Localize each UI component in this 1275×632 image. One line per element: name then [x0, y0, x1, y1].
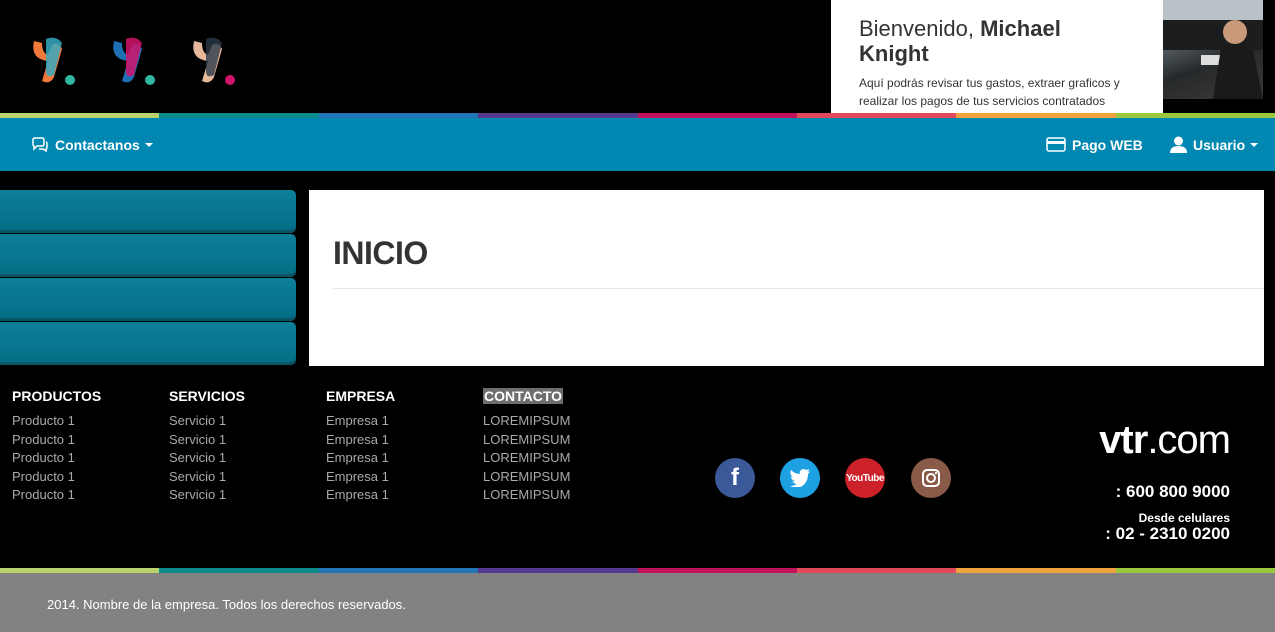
main-panel: INICIO — [309, 190, 1264, 366]
phone-mobile: : 02 - 2310 0200 — [1105, 524, 1230, 543]
user-icon — [1170, 136, 1187, 153]
footer-link[interactable]: Servicio 1 — [169, 468, 326, 487]
pay-web-link[interactable]: Pago WEB — [1046, 118, 1143, 171]
sidebar — [0, 190, 296, 366]
footer-link[interactable]: Empresa 1 — [326, 449, 483, 468]
brand-main: vtr — [1099, 418, 1148, 462]
navbar: Contactanos Pago WEB Usuario — [0, 118, 1275, 171]
welcome-box: Bienvenido, Michael Knight Aquí podrás r… — [831, 0, 1163, 113]
footer-link[interactable]: LOREMIPSUM — [483, 431, 640, 450]
youtube-icon: YouTube — [846, 472, 884, 484]
logo-icon — [33, 37, 75, 85]
chevron-down-icon — [144, 142, 153, 147]
credit-card-icon — [1046, 137, 1066, 152]
avatar-photo-icon — [1163, 0, 1263, 99]
welcome-heading: Bienvenido, Michael Knight — [859, 16, 1135, 66]
avatar — [1163, 0, 1263, 99]
sidebar-button[interactable] — [0, 190, 296, 230]
footer-link[interactable]: Empresa 1 — [326, 431, 483, 450]
instagram-icon — [922, 469, 940, 487]
logo-icon — [193, 37, 235, 85]
footer-link[interactable]: LOREMIPSUM — [483, 412, 640, 431]
footer-link[interactable]: Producto 1 — [12, 486, 169, 505]
footer-link[interactable]: LOREMIPSUM — [483, 449, 640, 468]
footer-column-contact: CONTACTO LOREMIPSUM LOREMIPSUM LOREMIPSU… — [483, 388, 640, 505]
facebook-button[interactable]: f — [715, 458, 755, 498]
footer-link[interactable]: Servicio 1 — [169, 486, 326, 505]
instagram-button[interactable] — [911, 458, 951, 498]
pay-web-label: Pago WEB — [1072, 136, 1143, 153]
contact-dropdown[interactable]: Contactanos — [31, 118, 153, 171]
footer-heading: SERVICIOS — [169, 388, 245, 404]
footer-link[interactable]: Empresa 1 — [326, 468, 483, 487]
page: Bienvenido, Michael Knight Aquí podrás r… — [0, 0, 1275, 632]
title-divider — [333, 288, 1264, 289]
facebook-icon: f — [731, 464, 739, 491]
phone-main: : 600 800 9000 — [1115, 482, 1230, 501]
footer-column-services: SERVICIOS Servicio 1 Servicio 1 Servicio… — [169, 388, 326, 505]
footer-link[interactable]: LOREMIPSUM — [483, 468, 640, 487]
footer-link[interactable]: LOREMIPSUM — [483, 486, 640, 505]
footer-links: PRODUCTOS Producto 1 Producto 1 Producto… — [12, 388, 640, 505]
footer-link[interactable]: Servicio 1 — [169, 449, 326, 468]
welcome-message: Aquí podrás revisar tus gastos, extraer … — [859, 76, 1120, 108]
user-dropdown[interactable]: Usuario — [1170, 118, 1259, 171]
footer-link[interactable]: Producto 1 — [12, 412, 169, 431]
user-label: Usuario — [1193, 136, 1246, 153]
copyright-bar: 2014. Nombre de la empresa. Todos los de… — [0, 573, 1275, 632]
logo-icon — [113, 37, 155, 85]
brand-logo: vtr.com — [1099, 418, 1231, 463]
brand-suffix: .com — [1147, 418, 1231, 462]
page-title: INICIO — [333, 235, 428, 271]
sidebar-button[interactable] — [0, 322, 296, 362]
header: Bienvenido, Michael Knight Aquí podrás r… — [0, 0, 1275, 113]
footer-column-company: EMPRESA Empresa 1 Empresa 1 Empresa 1 Em… — [326, 388, 483, 505]
footer-link[interactable]: Empresa 1 — [326, 412, 483, 431]
footer-column-products: PRODUCTOS Producto 1 Producto 1 Producto… — [12, 388, 169, 505]
footer-link[interactable]: Producto 1 — [12, 468, 169, 487]
footer-link[interactable]: Servicio 1 — [169, 412, 326, 431]
footer-heading: EMPRESA — [326, 388, 396, 404]
footer-heading: PRODUCTOS — [12, 388, 102, 404]
footer-heading: CONTACTO — [483, 388, 564, 404]
footer-link[interactable]: Servicio 1 — [169, 431, 326, 450]
contact-label: Contactanos — [55, 136, 140, 153]
copyright-text: 2014. Nombre de la empresa. Todos los de… — [47, 597, 406, 612]
sidebar-button[interactable] — [0, 234, 296, 274]
footer-link[interactable]: Producto 1 — [12, 449, 169, 468]
greeting-text: Bienvenido, — [859, 16, 974, 41]
sidebar-button[interactable] — [0, 278, 296, 318]
twitter-button[interactable] — [780, 458, 820, 498]
youtube-button[interactable]: YouTube — [845, 458, 885, 498]
footer-link[interactable]: Empresa 1 — [326, 486, 483, 505]
mobile-label: Desde celulares — [1138, 511, 1230, 525]
chat-icon — [32, 136, 48, 152]
footer-link[interactable]: Producto 1 — [12, 431, 169, 450]
twitter-icon — [790, 469, 810, 487]
logo-group — [28, 35, 244, 87]
chevron-down-icon — [1250, 142, 1259, 147]
